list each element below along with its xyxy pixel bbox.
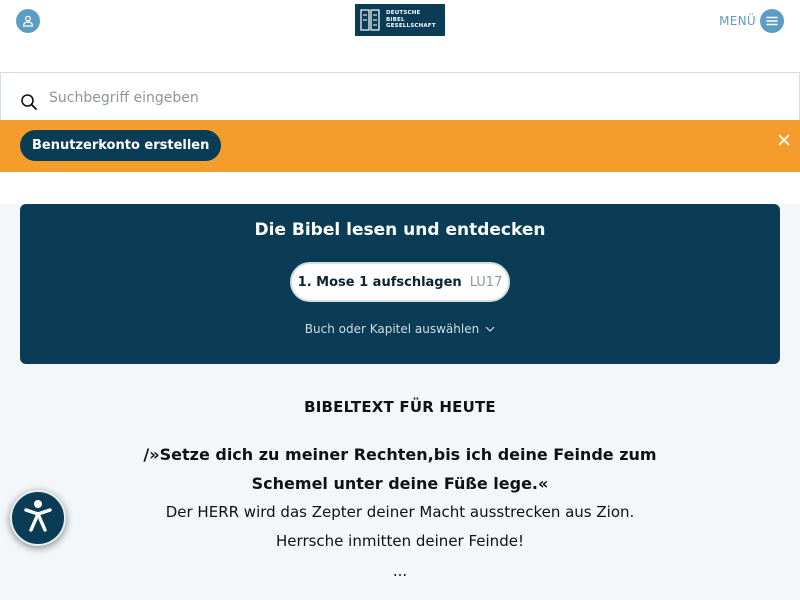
user-account-button[interactable]: [16, 9, 40, 33]
verse-line: Herrsche inmitten deiner Feinde!: [276, 532, 524, 550]
daily-verse-title: BIBELTEXT FÜR HEUTE: [304, 398, 496, 416]
menu-label: MENÜ: [719, 14, 756, 28]
dbg-logo[interactable]: DEUTSCHE BIBEL GESELLSCHAFT: [355, 4, 445, 36]
spacer: [0, 172, 800, 204]
account-banner: Benutzerkonto erstellen: [0, 120, 800, 172]
create-account-button[interactable]: Benutzerkonto erstellen: [20, 130, 222, 161]
hamburger-icon: [760, 9, 784, 33]
close-icon[interactable]: [776, 132, 792, 148]
select-book-link[interactable]: Buch oder Kapitel auswählen: [20, 322, 780, 336]
open-button-label: 1. Mose 1 aufschlagen: [297, 274, 462, 290]
bible-version-label: LU17: [469, 274, 503, 290]
verse-line: /»Setze dich zu meiner Rechten,bis ich d…: [143, 445, 657, 464]
accessibility-icon: [23, 499, 53, 537]
verse-line: Schemel unter deine Füße lege.«: [251, 474, 549, 493]
daily-verse-bold: /»Setze dich zu meiner Rechten,bis ich d…: [0, 440, 800, 498]
menu-button[interactable]: MENÜ: [719, 9, 784, 33]
card-title: Die Bibel lesen und entdecken: [254, 220, 546, 240]
chevron-down-icon: [485, 326, 495, 332]
bible-read-card: Die Bibel lesen und entdecken 1. Mose 1 …: [20, 204, 780, 364]
logo-text: DEUTSCHE BIBEL GESELLSCHAFT: [386, 10, 436, 30]
accessibility-button[interactable]: [10, 490, 66, 546]
site-header: DEUTSCHE BIBEL GESELLSCHAFT MENÜ: [0, 0, 800, 72]
verse-line: Der HERR wird das Zepter deiner Macht au…: [165, 503, 635, 521]
bible-logo-icon: [360, 9, 380, 31]
open-genesis-button[interactable]: 1. Mose 1 aufschlagen LU17: [290, 262, 510, 302]
user-icon: [22, 12, 34, 31]
search-bar: [0, 72, 800, 120]
search-input[interactable]: [49, 87, 749, 109]
daily-verse-text: Der HERR wird das Zepter deiner Macht au…: [0, 498, 800, 556]
verse-ellipsis: ...: [392, 562, 408, 580]
select-book-label: Buch oder Kapitel auswählen: [304, 322, 480, 336]
search-icon: [20, 93, 38, 115]
